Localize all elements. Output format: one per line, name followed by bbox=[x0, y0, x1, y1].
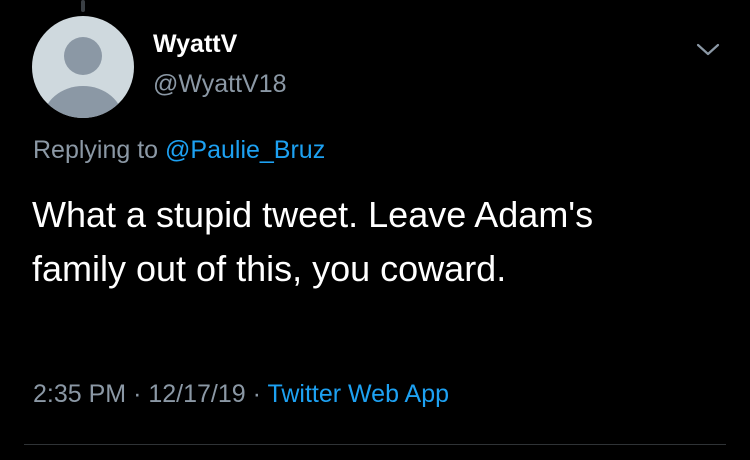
thread-connector-line bbox=[81, 0, 85, 12]
tweet-text-line: family out of this, you coward. bbox=[32, 248, 507, 289]
tweet-body: What a stupid tweet. Leave Adam's family… bbox=[32, 188, 712, 296]
tweet-menu-button[interactable] bbox=[694, 38, 722, 60]
author-handle[interactable]: @WyattV18 bbox=[153, 70, 287, 99]
default-profile-silhouette-icon bbox=[43, 37, 123, 118]
tweet-meta: 2:35 PM · 12/17/19 · Twitter Web App bbox=[33, 380, 449, 409]
meta-separator: · bbox=[133, 380, 142, 408]
meta-separator: · bbox=[252, 380, 261, 408]
tweet-date[interactable]: 12/17/19 bbox=[148, 380, 245, 408]
tweet-source-link[interactable]: Twitter Web App bbox=[267, 380, 449, 408]
reply-mention-link[interactable]: @Paulie_Bruz bbox=[165, 136, 325, 164]
avatar[interactable] bbox=[32, 16, 134, 118]
author-display-name[interactable]: WyattV bbox=[153, 30, 237, 59]
chevron-down-icon bbox=[696, 43, 720, 56]
tweet-text-line: What a stupid tweet. Leave Adam's bbox=[32, 194, 594, 235]
tweet-time[interactable]: 2:35 PM bbox=[33, 380, 126, 408]
divider bbox=[24, 444, 726, 445]
reply-context-prefix: Replying to bbox=[33, 136, 159, 164]
reply-context: Replying to @Paulie_Bruz bbox=[33, 136, 325, 165]
